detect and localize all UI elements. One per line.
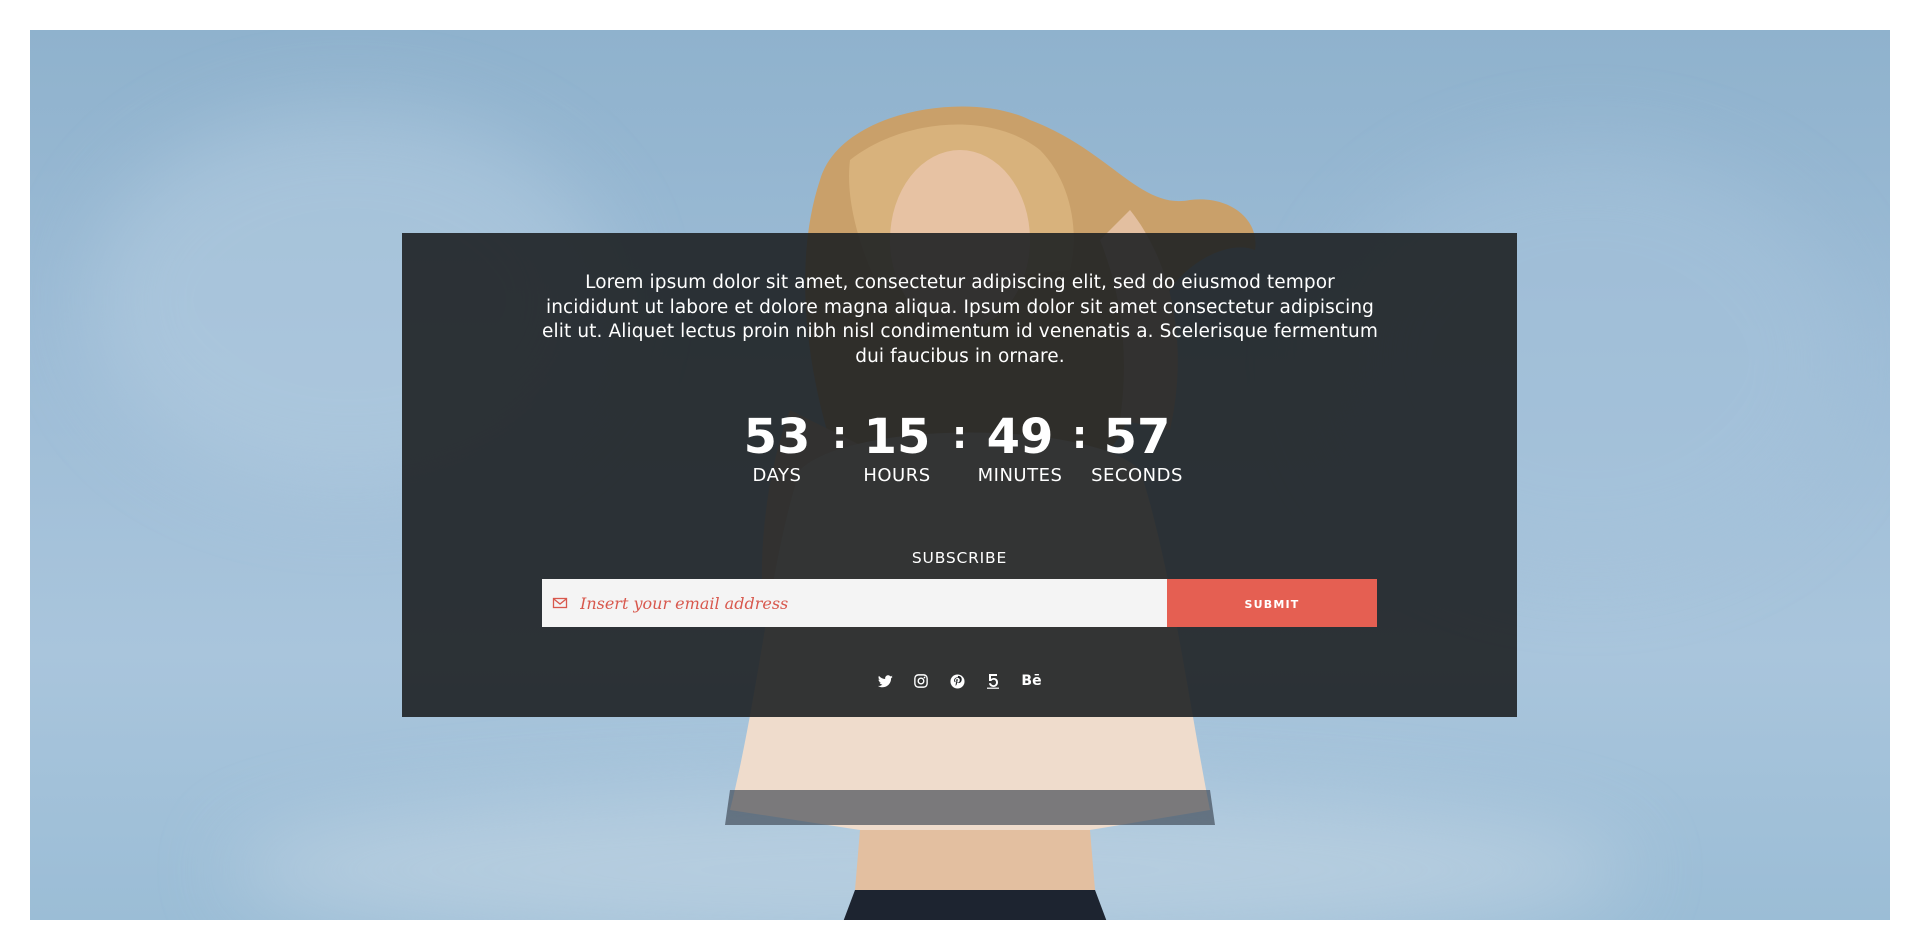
subscribe-form: submit bbox=[542, 579, 1377, 627]
social-links: Bē bbox=[402, 673, 1517, 689]
email-field[interactable] bbox=[542, 579, 1167, 627]
countdown-days: 53 DAYS bbox=[722, 411, 832, 487]
hours-value: 15 bbox=[863, 409, 931, 465]
intro-paragraph: Lorem ipsum dolor sit amet, consectetur … bbox=[542, 272, 1378, 367]
pinterest-icon[interactable] bbox=[949, 673, 965, 689]
500px-icon[interactable] bbox=[985, 673, 1001, 689]
countdown-minutes: 49 MINUTES bbox=[960, 411, 1080, 487]
days-value: 53 bbox=[743, 409, 811, 465]
minutes-label: MINUTES bbox=[977, 465, 1063, 486]
countdown-hours: 15 HOURS bbox=[842, 411, 952, 487]
envelope-icon bbox=[552, 595, 568, 611]
email-input[interactable] bbox=[578, 579, 1167, 627]
twitter-icon[interactable] bbox=[877, 673, 893, 689]
behance-icon[interactable]: Bē bbox=[1021, 673, 1041, 689]
hours-label: HOURS bbox=[863, 465, 931, 486]
seconds-label: SECONDS bbox=[1091, 465, 1183, 486]
submit-button[interactable]: submit bbox=[1167, 579, 1377, 627]
subscribe-heading: SUBSCRIBE bbox=[911, 549, 1008, 567]
countdown-timer: 53 DAYS : 15 HOURS : 49 MINUTES : 57 SEC… bbox=[402, 411, 1517, 491]
seconds-value: 57 bbox=[1103, 409, 1171, 465]
countdown-seconds: 57 SECONDS bbox=[1077, 411, 1197, 487]
countdown-panel: Lorem ipsum dolor sit amet, consectetur … bbox=[402, 233, 1517, 717]
minutes-value: 49 bbox=[986, 409, 1054, 465]
instagram-icon[interactable] bbox=[913, 673, 929, 689]
days-label: DAYS bbox=[752, 465, 802, 486]
